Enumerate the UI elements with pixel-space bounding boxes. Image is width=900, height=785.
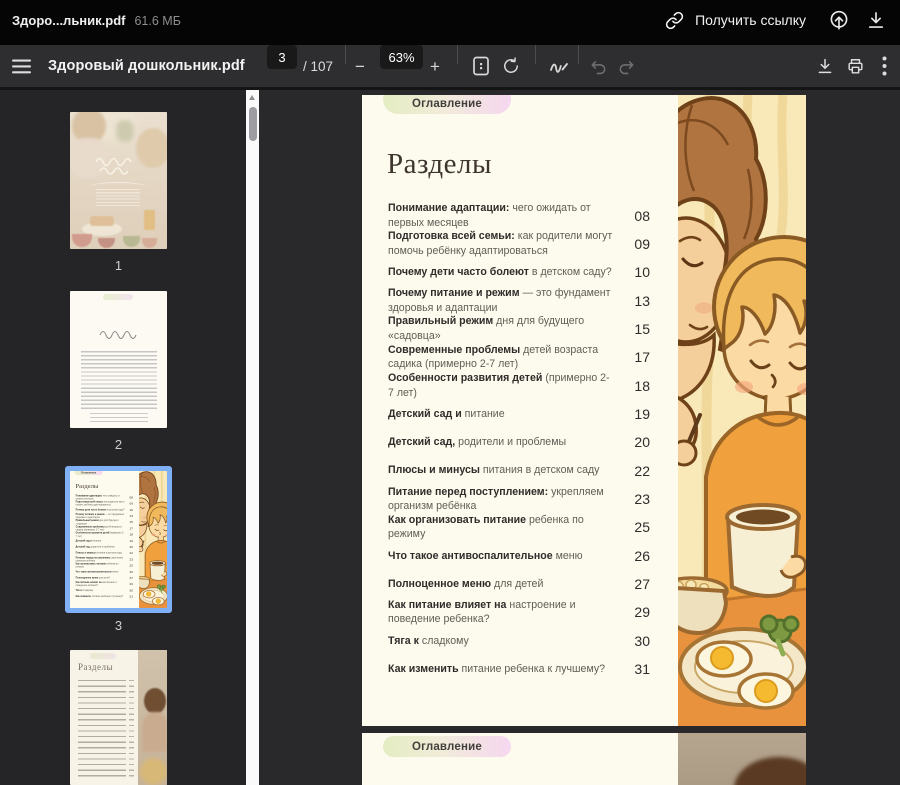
toc-row: Правильный режим дня для будущего «садов… bbox=[388, 315, 650, 343]
pen-scribble-icon bbox=[548, 56, 570, 76]
toc-row: Подготовка всей семьи: как родители могу… bbox=[388, 230, 650, 258]
thumbnail-label-2: 2 bbox=[70, 437, 167, 452]
download-toolbar-button[interactable] bbox=[816, 45, 834, 87]
rotate-icon bbox=[501, 56, 521, 76]
print-icon bbox=[846, 57, 865, 76]
get-link-label: Получить ссылку bbox=[695, 12, 806, 28]
thumbnail-page-1[interactable] bbox=[70, 112, 167, 249]
toc-row: Что такое антивоспалительное меню26 bbox=[388, 542, 650, 570]
menu-button[interactable] bbox=[12, 45, 31, 87]
thumbnail-page-3[interactable]: Оглавление Разделы Понимание адаптации: … bbox=[70, 471, 167, 608]
fit-page-button[interactable] bbox=[472, 45, 490, 87]
section-badge: Оглавление bbox=[383, 95, 511, 114]
page-title: Разделы bbox=[387, 148, 492, 181]
document-title: Здоровый дошкольник.pdf bbox=[48, 45, 245, 87]
redo-icon bbox=[617, 58, 636, 75]
toc-row: Детский сад и питание19 bbox=[388, 400, 650, 428]
upload-cloud-icon bbox=[828, 9, 850, 31]
thumbnail-label-1: 1 bbox=[70, 258, 167, 273]
download-icon bbox=[866, 10, 886, 30]
get-link-button[interactable]: Получить ссылку bbox=[665, 11, 806, 30]
zoom-in-button[interactable]: + bbox=[430, 45, 440, 87]
toc-row: Как изменить питание ребенка к лучшему?3… bbox=[388, 655, 650, 683]
toc-row: Особенности развития детей (примерно 2-7… bbox=[388, 372, 650, 400]
print-button[interactable] bbox=[846, 45, 865, 87]
pdf-page-3: Оглавление Разделы Понимание адаптации: … bbox=[362, 95, 806, 726]
hamburger-icon bbox=[12, 59, 31, 74]
toc-row: Как питание влияет на настроение и повед… bbox=[76, 581, 133, 587]
toc-row: Тяга к сладкому30 bbox=[388, 627, 650, 655]
thumbnail-page-2[interactable] bbox=[70, 291, 167, 428]
toc-row: Почему дети часто болеют в детском саду?… bbox=[388, 258, 650, 286]
toc-row: Как питание влияет на настроение и повед… bbox=[388, 598, 650, 626]
toc-row: Как организовать питание ребенка по режи… bbox=[76, 562, 133, 568]
top-actions: Получить ссылку bbox=[665, 9, 886, 31]
toc-row: Как изменить питание ребенка к лучшему?3… bbox=[76, 593, 133, 599]
thumbnails-panel: 1 2 Оглавление Разделы Понимание адаптац… bbox=[0, 90, 246, 785]
scroll-up-arrow[interactable] bbox=[249, 95, 255, 100]
toc-row: Детский сад, родители и проблемы20 bbox=[388, 428, 650, 456]
file-info: Здоро...льник.pdf 61.6 МБ bbox=[12, 13, 181, 28]
pdf-viewer-app: Здоро...льник.pdf 61.6 МБ Получить ссылк… bbox=[0, 0, 900, 785]
toc-row: Современные проблемы детей возраста сади… bbox=[388, 343, 650, 371]
link-icon bbox=[665, 11, 684, 30]
file-name: Здоро...льник.pdf bbox=[12, 13, 125, 28]
table-of-contents: Понимание адаптации: чего ожидать от пер… bbox=[388, 202, 650, 684]
rotate-button[interactable] bbox=[501, 45, 521, 87]
undo-button[interactable] bbox=[589, 45, 608, 87]
more-menu-button[interactable] bbox=[882, 45, 887, 87]
page-illustration bbox=[678, 95, 806, 726]
thumbnail-label-3: 3 bbox=[70, 618, 167, 633]
sidebar-scrollbar[interactable] bbox=[246, 90, 259, 785]
file-size: 61.6 МБ bbox=[134, 14, 180, 28]
viewer-toolbar: Здоровый дошкольник.pdf / 107 − 63% + bbox=[0, 45, 900, 90]
thumbnail-page-4[interactable]: Разделы bbox=[70, 650, 167, 785]
pdf-page-4: Оглавление bbox=[362, 733, 806, 785]
toc-row: Питание перед поступлением: укрепляем ор… bbox=[388, 485, 650, 513]
top-bar: Здоро...льник.pdf 61.6 МБ Получить ссылк… bbox=[0, 0, 900, 45]
scrollbar-thumb[interactable] bbox=[249, 107, 257, 141]
redo-button[interactable] bbox=[617, 45, 636, 87]
page-number-input[interactable] bbox=[267, 45, 297, 69]
save-to-cloud-button[interactable] bbox=[828, 9, 850, 31]
toc-row: Понимание адаптации: чего ожидать от пер… bbox=[388, 202, 650, 230]
toc-row: Почему питание и режим — это фундамент з… bbox=[388, 287, 650, 315]
undo-icon bbox=[589, 58, 608, 75]
kebab-icon bbox=[882, 56, 887, 76]
toc-row: Особенности развития детей (примерно 2-7… bbox=[76, 531, 133, 537]
fit-page-icon bbox=[472, 56, 490, 76]
page-total: / 107 bbox=[303, 45, 333, 87]
page4-photo bbox=[678, 733, 806, 785]
toc-row: Как организовать питание ребенка по режи… bbox=[388, 513, 650, 541]
section-badge-next: Оглавление bbox=[383, 736, 511, 757]
download-icon bbox=[816, 57, 834, 75]
annotate-button[interactable] bbox=[548, 45, 570, 87]
download-button[interactable] bbox=[866, 10, 886, 30]
toc-row: Подготовка всей семьи: как родители могу… bbox=[76, 500, 133, 506]
toc-row: Полноценное меню для детей27 bbox=[388, 570, 650, 598]
zoom-level[interactable]: 63% bbox=[380, 45, 423, 69]
zoom-out-button[interactable]: − bbox=[355, 45, 365, 87]
toc-row: Плюсы и минусы питания в детском саду22 bbox=[388, 457, 650, 485]
